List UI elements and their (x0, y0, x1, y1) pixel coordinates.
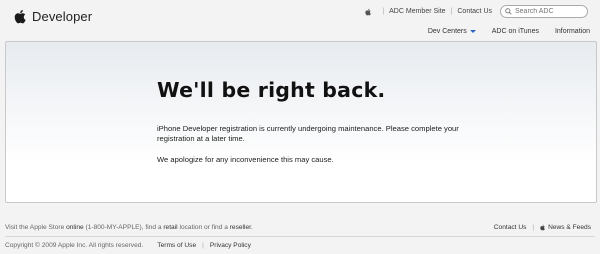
terms-of-use-link[interactable]: Terms of Use (157, 242, 196, 249)
page-title: We'll be right back. (157, 78, 386, 102)
retail-link[interactable]: retail (163, 224, 177, 231)
brand-name: Developer (32, 8, 93, 24)
phone-text: (1-800-MY-APPLE), find a (83, 224, 164, 231)
information-link[interactable]: Information (555, 28, 590, 35)
location-text: location or find a (177, 224, 230, 231)
adc-on-itunes-link[interactable]: ADC on iTunes (492, 28, 539, 35)
footer-divider (5, 236, 595, 237)
search-box[interactable] (500, 5, 588, 18)
store-online-link[interactable]: online (66, 224, 84, 231)
top-bar: Developer | ADC Member Site | Contact Us… (0, 0, 600, 44)
apology-message: We apologize for any inconvenience this … (157, 155, 334, 164)
copyright-text: Copyright © 2009 Apple Inc. All rights r… (5, 242, 144, 249)
reseller-link[interactable]: reseller (230, 224, 251, 231)
apple-icon (540, 224, 545, 231)
footer-links: Contact Us | News & Feeds (494, 224, 591, 231)
contact-us-link[interactable]: Contact Us (457, 8, 492, 15)
search-icon (505, 8, 512, 15)
footer-bottom: Copyright © 2009 Apple Inc. All rights r… (5, 242, 251, 249)
brand-logo[interactable]: Developer (14, 6, 92, 26)
apple-logo-icon (14, 9, 26, 23)
divider: | (202, 242, 204, 249)
maintenance-message: iPhone Developer registration is current… (157, 124, 459, 143)
footer-top: Visit the Apple Store online (1-800-MY-A… (5, 224, 595, 231)
apple-home-icon[interactable] (365, 8, 372, 16)
maintenance-panel: We'll be right back. iPhone Developer re… (5, 41, 597, 203)
divider: | (450, 8, 453, 15)
dev-centers-menu[interactable]: Dev Centers (428, 28, 476, 35)
adc-member-site-link[interactable]: ADC Member Site (389, 8, 445, 15)
news-feeds-link[interactable]: News & Feeds (548, 224, 591, 231)
divider: | (382, 8, 385, 15)
divider: | (532, 224, 535, 231)
dev-centers-label: Dev Centers (427, 28, 467, 35)
store-text: Visit the Apple Store (5, 224, 67, 231)
utility-nav: | ADC Member Site | Contact Us (365, 5, 588, 18)
footer-contact-link[interactable]: Contact Us (494, 224, 527, 231)
period-text: . (250, 224, 253, 231)
privacy-policy-link[interactable]: Privacy Policy (210, 242, 251, 249)
chevron-down-icon (469, 30, 476, 33)
search-input[interactable] (515, 8, 587, 15)
sub-nav: Dev Centers ADC on iTunes Information (412, 28, 590, 35)
